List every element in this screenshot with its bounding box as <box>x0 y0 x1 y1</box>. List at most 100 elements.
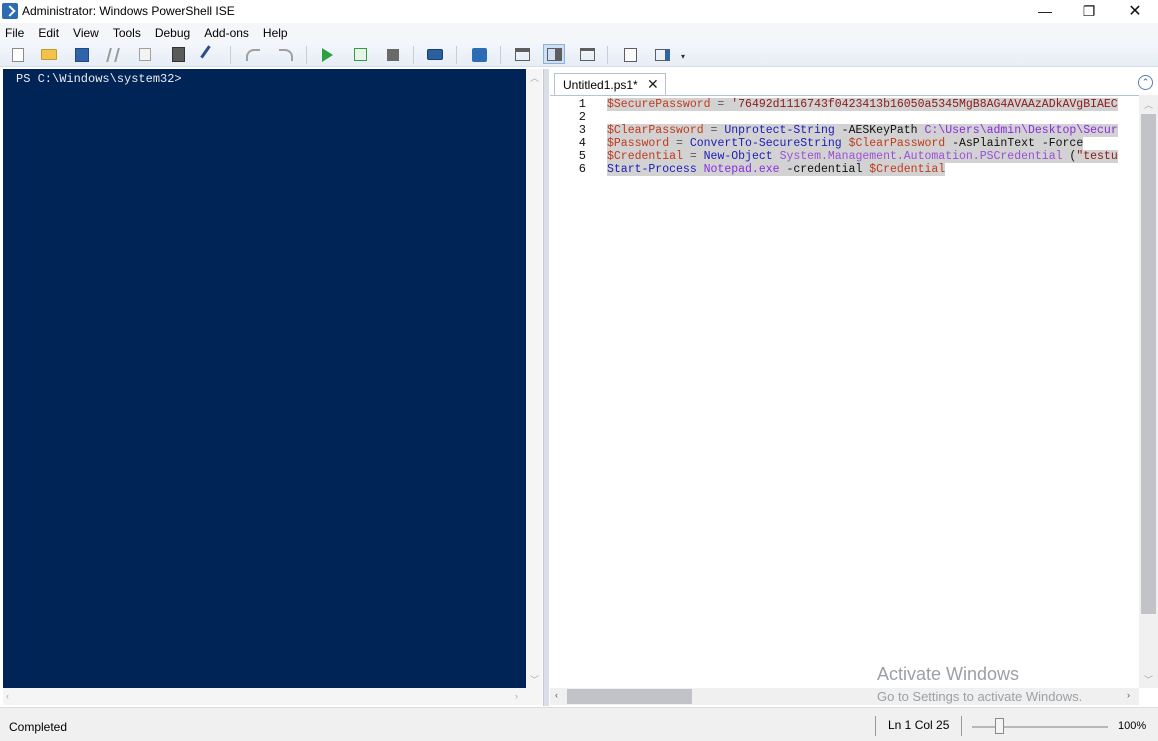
menu-help[interactable]: Help <box>263 26 288 40</box>
scroll-left-icon[interactable]: ‹ <box>555 690 558 700</box>
zoom-level: 100% <box>1118 720 1147 732</box>
script-editor[interactable]: 123456 $SecurePassword = '76492d1116743f… <box>550 95 1139 688</box>
code-token: $Credential <box>607 150 683 163</box>
console-pane[interactable]: PS C:\Windows\system32> <box>3 69 526 688</box>
menu-add-ons[interactable]: Add-ons <box>204 26 249 40</box>
status-separator <box>875 716 876 736</box>
line-number: 6 <box>578 162 586 176</box>
paste-icon <box>171 47 185 62</box>
editor-vertical-scrollbar[interactable]: ︿ ﹀ <box>1139 95 1158 688</box>
pane-splitter[interactable] <box>543 69 549 706</box>
activate-windows-title: Activate Windows <box>877 664 1020 684</box>
console-horizontal-scrollbar[interactable]: ‹ › <box>3 688 542 705</box>
code-token: ConvertTo-SecureString <box>689 137 842 150</box>
clear-console-icon <box>200 44 220 65</box>
code-token: $Credential <box>869 163 946 176</box>
console-vertical-scrollbar[interactable]: ︿ ﹀ <box>526 69 542 688</box>
cut-icon <box>106 47 120 62</box>
toolbar-separator <box>306 46 307 64</box>
new-remote-powershell-tab-button[interactable] <box>426 46 444 63</box>
start-powershell-button[interactable] <box>470 46 488 63</box>
new-script-icon <box>12 47 24 62</box>
code-line[interactable]: Start-Process Notepad.exe -credential $C… <box>607 163 1118 176</box>
code-token: = <box>710 98 732 111</box>
window-title: Administrator: Windows PowerShell ISE <box>22 4 235 18</box>
scroll-down-icon[interactable]: ﹀ <box>1144 673 1153 686</box>
minimize-button[interactable]: — <box>1022 0 1068 22</box>
show-snippets-button[interactable] <box>621 46 639 63</box>
clear-console-button[interactable] <box>200 44 220 65</box>
restore-button[interactable]: ❐ <box>1066 0 1112 22</box>
menu-edit[interactable]: Edit <box>38 26 59 40</box>
run-script-button[interactable] <box>318 46 336 63</box>
show-script-pane-top-button[interactable] <box>513 46 531 63</box>
code-token: $ClearPassword <box>607 124 704 137</box>
code-token: -AsPlainText -Force <box>945 137 1084 150</box>
status-bar: Completed Ln 1 Col 25 100% <box>0 707 1158 741</box>
line-number-gutter: 123456 <box>550 98 590 176</box>
new-remote-tab-icon <box>427 49 443 60</box>
code-area[interactable]: $SecurePassword = '76492d1116743f0423413… <box>607 98 1118 176</box>
scroll-up-icon[interactable]: ︿ <box>530 71 539 84</box>
tab-untitled1[interactable]: Untitled1.ps1* ✕ <box>554 73 666 95</box>
code-line[interactable]: $ClearPassword = Unprotect-String -AESKe… <box>607 124 1118 137</box>
code-token: = <box>682 150 704 163</box>
show-script-pane-maximized-icon <box>579 48 595 61</box>
toolbar-separator <box>413 46 414 64</box>
code-token: $Password <box>607 137 670 150</box>
tab-close-icon[interactable]: ✕ <box>647 76 659 93</box>
toolbar: ▾ <box>0 42 1158 67</box>
paste-button[interactable] <box>169 46 187 63</box>
code-token: Notepad.exe <box>703 163 780 176</box>
cursor-position: Ln 1 Col 25 <box>888 718 950 732</box>
selected-text: $ClearPassword = Unprotect-String -AESKe… <box>607 124 1118 137</box>
editor-vertical-scroll-thumb[interactable] <box>1141 114 1156 614</box>
save-button[interactable] <box>73 46 91 63</box>
menu-tools[interactable]: Tools <box>113 26 141 40</box>
code-line[interactable]: $Credential = New-Object System.Manageme… <box>607 150 1118 163</box>
show-script-pane-maximized-button[interactable] <box>578 46 596 63</box>
code-line[interactable]: $Password = ConvertTo-SecureString $Clea… <box>607 137 1118 150</box>
tab-label: Untitled1.ps1* <box>563 77 638 92</box>
scroll-right-icon[interactable]: › <box>1127 690 1130 700</box>
scroll-up-icon[interactable]: ︿ <box>1144 98 1153 111</box>
selected-text: $Credential = New-Object System.Manageme… <box>607 150 1118 163</box>
title-bar: Administrator: Windows PowerShell ISE — … <box>0 0 1158 22</box>
toolbar-separator <box>230 46 231 64</box>
code-token: New-Object <box>703 150 773 163</box>
close-button[interactable]: ✕ <box>1112 0 1158 22</box>
code-line[interactable]: $SecurePassword = '76492d1116743f0423413… <box>607 98 1118 111</box>
menu-file[interactable]: File <box>5 26 24 40</box>
open-button[interactable] <box>40 46 58 63</box>
undo-button[interactable] <box>244 46 262 63</box>
stop-operation-button[interactable] <box>384 46 402 63</box>
code-token: -AESKeyPath <box>834 124 925 137</box>
scroll-down-icon[interactable]: ﹀ <box>530 673 539 686</box>
copy-button[interactable] <box>136 46 154 63</box>
copy-icon <box>139 48 151 61</box>
selected-text: Start-Process Notepad.exe -credential $C… <box>607 163 946 176</box>
code-token: -credential <box>779 163 870 176</box>
code-line[interactable] <box>607 111 1118 124</box>
scroll-right-icon[interactable]: › <box>515 691 518 701</box>
zoom-slider-track[interactable] <box>972 726 1108 728</box>
redo-button[interactable] <box>277 46 295 63</box>
editor-horizontal-scroll-thumb[interactable] <box>567 689 692 704</box>
status-text: Completed <box>9 720 68 734</box>
show-commands-button[interactable] <box>653 46 671 63</box>
run-selection-button[interactable] <box>351 46 369 63</box>
show-script-pane-right-button[interactable] <box>543 44 565 64</box>
toolbar-separator <box>607 46 608 64</box>
scroll-left-icon[interactable]: ‹ <box>6 691 9 701</box>
collapse-script-pane-icon[interactable]: ⌃ <box>1138 75 1153 90</box>
toolbar-overflow-icon[interactable]: ▾ <box>681 52 685 61</box>
cut-button[interactable] <box>104 46 122 63</box>
zoom-slider-thumb[interactable] <box>995 718 1005 734</box>
code-token: Start-Process <box>607 163 697 176</box>
new-script-button[interactable] <box>9 46 27 63</box>
menu-view[interactable]: View <box>73 26 99 40</box>
status-separator <box>961 716 962 736</box>
menu-debug[interactable]: Debug <box>155 26 190 40</box>
